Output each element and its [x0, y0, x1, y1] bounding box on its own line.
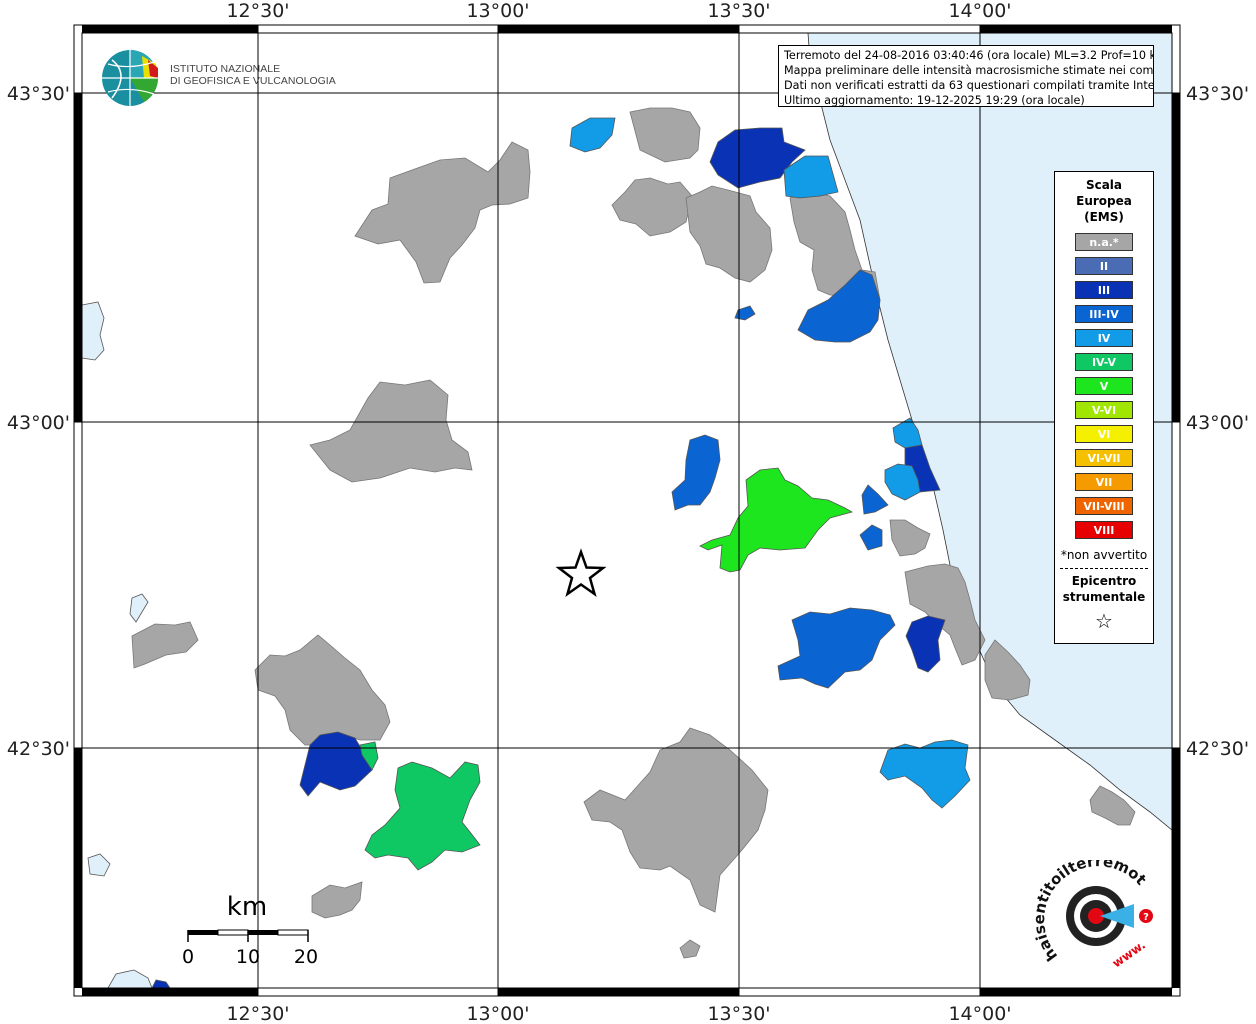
legend-divider [1060, 568, 1148, 569]
legend-swatch: n.a.* [1075, 233, 1133, 251]
ingv-line1: ISTITUTO NAZIONALE [170, 63, 281, 75]
info-line: Dati non verificati estratti da 63 quest… [784, 79, 1154, 92]
globe-logo-icon [102, 50, 158, 106]
event-info-box: Terremoto del 24-08-2016 03:40:46 (ora l… [778, 45, 1154, 107]
legend-swatch: VII [1075, 473, 1133, 491]
legend-star-icon: ☆ [1095, 609, 1113, 633]
scale-label: 10 [236, 946, 260, 968]
scale-unit: km [227, 892, 267, 922]
legend-title-line: Scala [1085, 178, 1123, 192]
legend-swatch: III [1075, 281, 1133, 299]
lake [81, 301, 105, 361]
legend-swatch: III-IV [1075, 305, 1133, 323]
info-line: Terremoto del 24-08-2016 03:40:46 (ora l… [784, 49, 1154, 62]
lon-tick-top: 12°30' [226, 0, 289, 22]
legend-swatch: VI [1075, 425, 1133, 443]
ingv-line2: DI GEOFISICA E VULCANOLOGIA [170, 75, 336, 87]
lon-tick-top: 14°00' [948, 0, 1011, 22]
legend-swatch: VII-VIII [1075, 497, 1133, 515]
legend-title: Scala Europea (EMS) [1055, 177, 1153, 225]
info-line: Mappa preliminare delle intensità macros… [784, 64, 1154, 77]
hsit-logo[interactable]: ? haisentitoilterremoto.it www. [1030, 860, 1170, 980]
legend-epi-line: Epicentro [1071, 574, 1137, 588]
lat-tick-right: 43°30' [1186, 83, 1249, 105]
legend-swatch: VI-VII [1075, 449, 1133, 467]
legend-swatch: IV [1075, 329, 1133, 347]
legend-epicenter-label: Epicentro strumentale [1055, 573, 1153, 605]
scale-label: 0 [182, 946, 194, 968]
ingv-logo[interactable]: ISTITUTO NAZIONALE DI GEOFISICA E VULCAN… [100, 46, 336, 110]
lat-tick-left: 43°30' [7, 83, 70, 105]
lat-tick-right: 43°00' [1186, 412, 1249, 434]
svg-text:?: ? [1143, 912, 1149, 923]
legend-swatch: V [1075, 377, 1133, 395]
ingv-logo-text: ISTITUTO NAZIONALE DI GEOFISICA E VULCAN… [170, 63, 336, 87]
legend-items: n.a.* II III III-IV IV IV-V V V-VI VI VI-VII VII VI… [1055, 233, 1153, 539]
lon-tick-bottom: 12°30' [226, 1003, 289, 1024]
lon-tick-bottom: 13°30' [707, 1003, 770, 1024]
ems-legend: Scala Europea (EMS) n.a.* II III III-IV IV IV… [1054, 171, 1154, 644]
lat-tick-left: 42°30' [7, 738, 70, 760]
legend-swatch: II [1075, 257, 1133, 275]
scale-label: 20 [294, 946, 318, 968]
legend-swatch: VIII [1075, 521, 1133, 539]
legend-title-line: Europea [1076, 194, 1132, 208]
lat-tick-left: 43°00' [7, 412, 70, 434]
legend-note: *non avvertito [1060, 548, 1148, 562]
lon-tick-top: 13°00' [466, 0, 529, 22]
hsit-url-text: www. [1110, 938, 1148, 971]
lat-tick-right: 42°30' [1186, 738, 1249, 760]
lon-tick-bottom: 13°00' [466, 1003, 529, 1024]
info-line: Ultimo aggiornamento: 19-12-2025 19:29 (… [784, 94, 1085, 107]
legend-title-line: (EMS) [1084, 210, 1124, 224]
legend-swatch: IV-V [1075, 353, 1133, 371]
hsit-logo-graphic: ? haisentitoilterremoto.it www. [1030, 860, 1153, 971]
legend-swatch: V-VI [1075, 401, 1133, 419]
legend-epi-line: strumentale [1062, 590, 1146, 604]
lon-tick-bottom: 14°00' [948, 1003, 1011, 1024]
lon-tick-top: 13°30' [707, 0, 770, 22]
